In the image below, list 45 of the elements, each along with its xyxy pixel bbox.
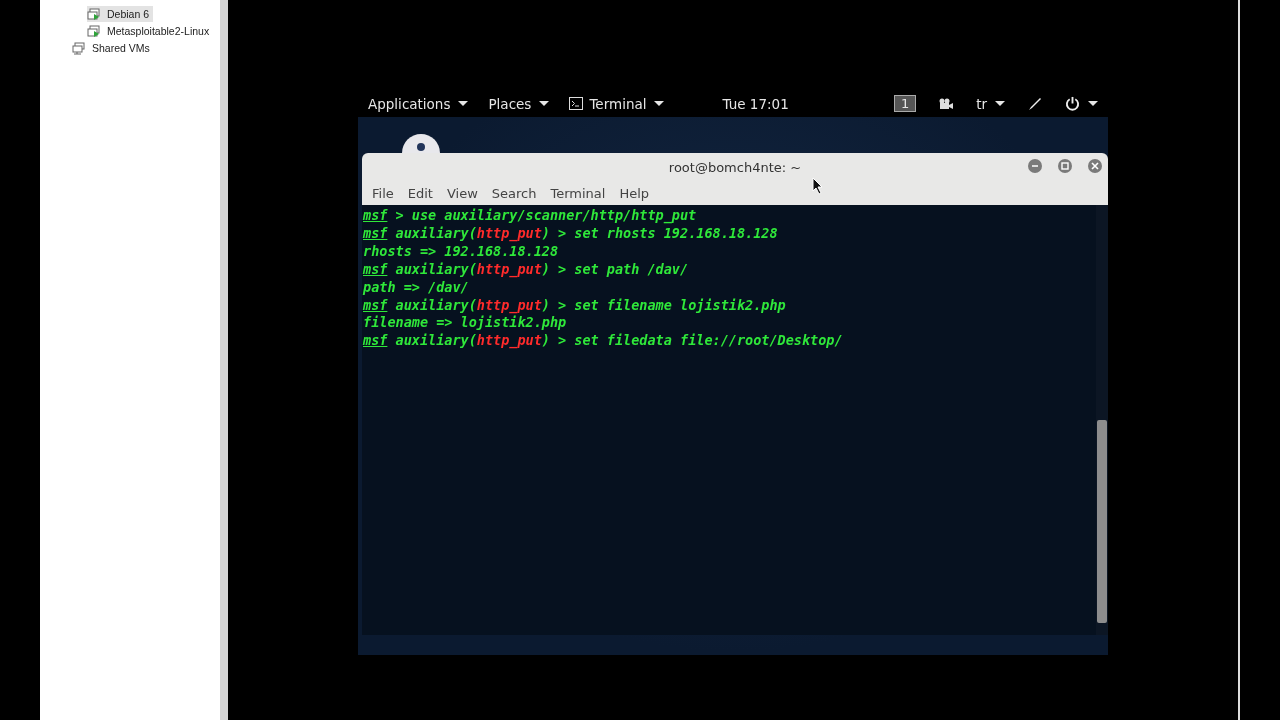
scrollbar[interactable]	[1096, 205, 1108, 635]
menu-item[interactable]: File	[367, 185, 399, 201]
workspace-indicator[interactable]: 1	[893, 95, 917, 112]
minimize-button[interactable]	[1028, 159, 1042, 173]
keyboard-layout-menu[interactable]: tr	[976, 95, 1005, 112]
terminal-icon	[569, 97, 584, 110]
maximize-button[interactable]	[1058, 159, 1072, 173]
shared-folder-icon	[72, 41, 86, 55]
terminal-line: path => /dav/	[363, 278, 470, 297]
tree-item[interactable]: Shared VMs	[72, 40, 154, 56]
minimize-icon	[1031, 162, 1039, 170]
terminal-line: msf auxiliary(http_put) > set path /dav/	[363, 260, 690, 279]
terminal-line: msf > use auxiliary/scanner/http/http_put	[363, 207, 698, 225]
clock[interactable]: Tue 17:01	[722, 95, 789, 112]
caret-icon	[654, 101, 665, 106]
pen-icon[interactable]	[1027, 95, 1043, 112]
virtual-machine-icon	[87, 7, 101, 21]
close-button[interactable]	[1088, 159, 1102, 173]
scrollbar-thumb[interactable]	[1097, 420, 1107, 623]
terminal-line: rhosts => 192.168.18.128	[363, 242, 560, 261]
top-bar-menu[interactable]: Applications	[368, 95, 469, 112]
menu-item[interactable]: Help	[614, 185, 655, 201]
terminal-line: msf auxiliary(http_put) > set filedata file://root/Desktop/	[363, 332, 844, 351]
window-title: root@bomch4nte: ~	[668, 159, 802, 175]
terminal-line: filename => lojistik2.php	[363, 314, 568, 333]
terminal-line: msf auxiliary(http_put) > set rhosts 192.168.18.128	[363, 224, 779, 243]
caret-icon	[995, 101, 1005, 106]
top-bar-menu[interactable]: Places	[488, 95, 550, 112]
power-icon[interactable]	[1065, 96, 1080, 111]
top-bar-menu[interactable]: Terminal	[569, 95, 665, 112]
menu-item[interactable]: Edit	[402, 185, 438, 201]
menu-item[interactable]: Search	[486, 185, 542, 201]
mouse-cursor-icon	[812, 177, 824, 195]
menu-item[interactable]: Terminal	[545, 185, 611, 201]
video-camera-icon[interactable]	[938, 97, 955, 110]
tree-item[interactable]: Metasploitable2-Linux	[87, 23, 214, 39]
tree-item[interactable]: Debian 6	[87, 6, 154, 22]
close-icon	[1091, 162, 1099, 170]
maximize-icon	[1061, 162, 1069, 170]
caret-icon	[458, 101, 469, 106]
virtual-machine-icon	[87, 24, 101, 38]
terminal-line: msf auxiliary(http_put) > set filename lojistik2.php	[363, 296, 787, 315]
caret-icon	[1088, 101, 1098, 106]
caret-icon	[539, 101, 550, 106]
menu-item[interactable]: View	[441, 185, 483, 201]
